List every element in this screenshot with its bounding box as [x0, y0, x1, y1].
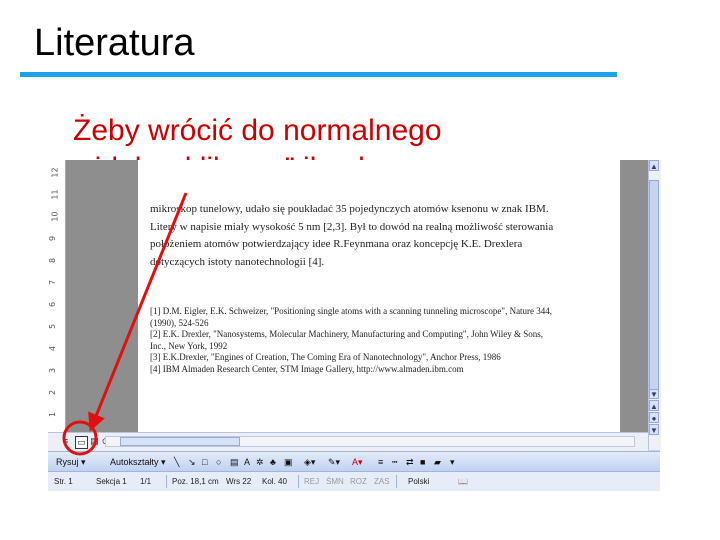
status-bar: Str. 1 Sekcja 1 1/1 Poz. 18,1 cm Wrs 22 … [48, 471, 660, 491]
status-rec[interactable]: REJ [304, 476, 319, 487]
toolbar-options-icon[interactable]: ▾ [450, 455, 455, 469]
ruler-mark: 7 [48, 279, 58, 286]
wordart-tool-icon[interactable]: A [244, 455, 250, 469]
reference-list[interactable]: [1] D.M. Eigler, E.K. Schweizer, "Positi… [150, 306, 562, 375]
status-page: Str. 1 [54, 477, 73, 486]
document-line: położeniem atomów potwierdzający idee R.… [150, 238, 523, 250]
textbox-tool-icon[interactable]: ▤ [230, 455, 239, 469]
shadow-style-icon[interactable]: ■ [420, 455, 425, 469]
dash-style-icon[interactable]: ┅ [392, 455, 397, 469]
ruler-mark: 10 [50, 211, 60, 222]
normal-view-button[interactable]: ≡ [60, 436, 71, 447]
draw-menu-button[interactable]: Rysuj ▾ [56, 455, 86, 469]
ruler-mark: 12 [50, 167, 60, 178]
draw-label: Rysuj [56, 457, 79, 467]
status-track[interactable]: ŚMN [326, 476, 344, 487]
vertical-ruler: 12 11 10 9 8 7 6 5 4 3 2 1 [48, 160, 66, 432]
status-ext[interactable]: ROZ [350, 476, 367, 487]
oval-tool-icon[interactable]: ○ [216, 455, 221, 469]
picture-tool-icon[interactable]: ▣ [284, 455, 293, 469]
drawing-toolbar: Rysuj ▾ Autokształty ▾ ╲ ↘ □ ○ ▤ A ✲ ♣ ▣… [48, 451, 660, 472]
page-margin-left [66, 160, 138, 432]
reference-line: [4] IBM Almaden Research Center, STM Ima… [150, 363, 464, 374]
ruler-mark: 1 [48, 411, 58, 418]
ruler-mark: 4 [48, 345, 58, 352]
document-line: mikroskop tunelowy, udało się poukładać … [150, 203, 549, 215]
status-column: Kol. 40 [262, 477, 287, 486]
line-tool-icon[interactable]: ╲ [174, 455, 179, 469]
print-layout-view-icon[interactable]: ▭ [75, 436, 88, 449]
reference-line: [3] E.K.Drexler, "Engines of Creation, T… [150, 352, 501, 362]
ruler-mark: 9 [48, 235, 58, 242]
previous-page-button[interactable]: ▲ [649, 400, 659, 411]
status-page-of: 1/1 [140, 477, 152, 486]
fill-color-icon[interactable]: ◈▾ [304, 455, 315, 469]
subtitle-line-1: Żeby wrócić do normalnego [73, 114, 442, 147]
arrow-style-icon[interactable]: ⇄ [406, 455, 414, 469]
document-line: dotyczących istoty nanotechnologii [4]. [150, 255, 325, 268]
status-line: Wrs 22 [226, 477, 252, 486]
next-page-button[interactable]: ▼ [649, 424, 659, 435]
ruler-mark: 11 [50, 189, 60, 200]
vertical-scroll-thumb[interactable] [649, 180, 659, 390]
reference-line: [2] E.K. Drexler, "Nanosystems, Molecula… [150, 329, 544, 339]
ruler-mark: 8 [48, 257, 58, 264]
reference-line: (1990), 524-526 [150, 317, 209, 328]
horizontal-scroll-thumb[interactable] [120, 437, 240, 446]
reference-line: Inc., New York, 1992 [150, 340, 228, 351]
status-section: Sekcja 1 [96, 477, 127, 486]
ruler-mark: 6 [48, 301, 58, 308]
spelling-status-icon[interactable]: 📖 [458, 476, 468, 487]
reference-line: [1] D.M. Eigler, E.K. Schweizer, "Positi… [150, 306, 553, 316]
status-ovr[interactable]: ZAS [374, 476, 390, 487]
autoshapes-label: Autokształty [110, 457, 159, 467]
title-underline [20, 72, 617, 77]
3d-style-icon[interactable]: ▰ [434, 455, 441, 469]
web-layout-view-button[interactable]: ▤ [89, 436, 100, 447]
line-color-icon[interactable]: ✎▾ [328, 455, 340, 469]
ruler-mark: 2 [48, 389, 58, 396]
status-language[interactable]: Polski [408, 476, 429, 487]
rectangle-tool-icon[interactable]: □ [202, 455, 207, 469]
page-margin-right [620, 160, 648, 432]
scroll-up-button[interactable]: ▲ [649, 160, 659, 171]
diagram-tool-icon[interactable]: ✲ [256, 455, 264, 469]
status-position: Poz. 18,1 cm [172, 477, 219, 486]
clipart-tool-icon[interactable]: ♣ [270, 455, 276, 469]
font-color-icon[interactable]: A▾ [352, 455, 363, 469]
ruler-mark: 5 [48, 323, 58, 330]
browse-object-button[interactable]: ● [649, 412, 659, 423]
line-style-icon[interactable]: ≡ [378, 455, 383, 469]
ruler-mark: 3 [48, 367, 58, 374]
document-body[interactable]: mikroskop tunelowy, udało się poukładać … [150, 201, 562, 271]
arrow-tool-icon[interactable]: ↘ [188, 455, 196, 469]
autoshapes-menu-button[interactable]: Autokształty ▾ [110, 455, 166, 469]
slide-title: Literatura [34, 22, 195, 64]
document-line: Litery w napisie miały wysokość 5 nm [2,… [150, 220, 554, 233]
